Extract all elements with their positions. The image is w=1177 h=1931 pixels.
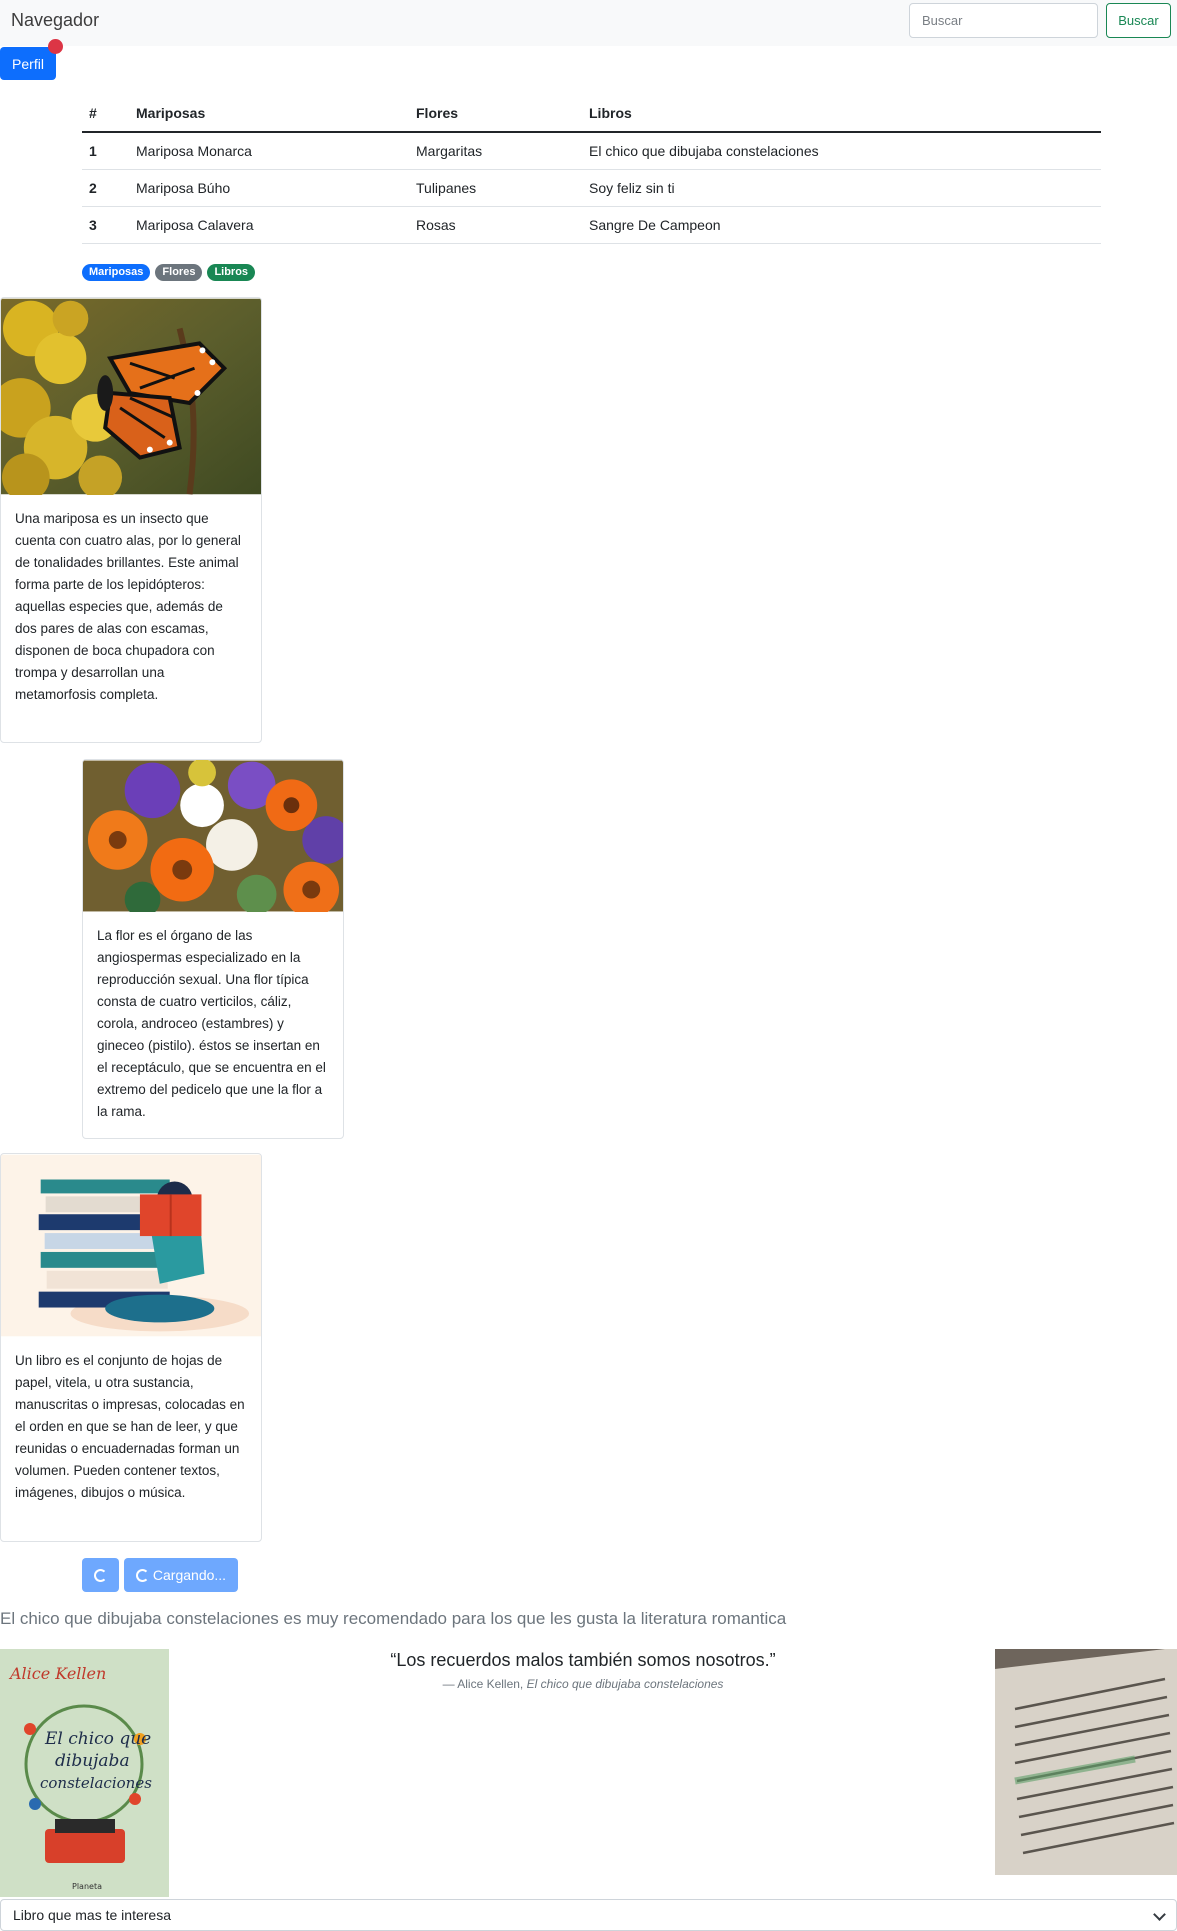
- table-header: #: [82, 95, 129, 133]
- table-cell: Mariposa Búho: [129, 169, 409, 207]
- card-text: La flor es el órgano de las angiospermas…: [97, 928, 326, 1119]
- profile-button[interactable]: Perfil: [0, 47, 56, 80]
- chevron-down-icon: [1153, 1908, 1166, 1921]
- data-table: # Mariposas Flores Libros 1 Mariposa Mon…: [82, 95, 1101, 244]
- card-text: Un libro es el conjunto de hojas de pape…: [15, 1353, 245, 1500]
- loading-button[interactable]: Cargando...: [124, 1558, 238, 1592]
- table-row: 3 Mariposa Calavera Rosas Sangre De Camp…: [82, 206, 1101, 244]
- cover-author: Alice Kellen: [8, 1664, 106, 1683]
- spinner-icon: [94, 1568, 107, 1582]
- table-row: 2 Mariposa Búho Tulipanes Soy feliz sin …: [82, 169, 1101, 207]
- navbar-brand[interactable]: Navegador: [11, 10, 99, 31]
- card-text: Una mariposa es un insecto que cuenta co…: [15, 511, 241, 702]
- cover-title-line-3: constelaciones: [40, 1774, 152, 1792]
- card-books: Un libro es el conjunto de hojas de pape…: [0, 1153, 262, 1542]
- notification-dot: [48, 39, 63, 54]
- badge-libros: Libros: [207, 264, 256, 281]
- table-cell: El chico que dibujaba constelaciones: [582, 132, 1101, 170]
- table-cell: Mariposa Calavera: [129, 206, 409, 244]
- butterfly-image: [1, 298, 261, 495]
- table-cell: Rosas: [409, 206, 582, 244]
- select-value: Libro que mas te interesa: [13, 1907, 171, 1923]
- table-cell: Tulipanes: [409, 169, 582, 207]
- book-cover-image: Alice Kellen El chico que dibujaba const…: [0, 1649, 169, 1897]
- navbar: Navegador Buscar: [0, 0, 1177, 46]
- table-header: Mariposas: [129, 95, 409, 133]
- cover-publisher: Planeta: [72, 1882, 102, 1891]
- table-cell: Margaritas: [409, 132, 582, 170]
- badge-group: Mariposas Flores Libros: [82, 264, 256, 281]
- loading-label: Cargando...: [152, 1567, 227, 1583]
- table-header: Libros: [582, 95, 1101, 133]
- quote-author: — Alice Kellen,: [442, 1677, 524, 1691]
- table-cell: Sangre De Campeon: [582, 206, 1101, 244]
- cover-title-line-1: El chico que: [44, 1729, 151, 1749]
- blockquote: “Los recuerdos malos también somos nosot…: [340, 1650, 826, 1691]
- card-flowers: La flor es el órgano de las angiospermas…: [82, 759, 344, 1139]
- table-cell: 1: [82, 132, 129, 170]
- quote-footer: — Alice Kellen, El chico que dibujaba co…: [340, 1677, 826, 1691]
- badge-mariposas: Mariposas: [82, 264, 151, 281]
- table-cell: 3: [82, 206, 129, 244]
- table-header-row: # Mariposas Flores Libros: [82, 95, 1101, 133]
- books-image: [1, 1154, 261, 1337]
- card-butterfly: Una mariposa es un insecto que cuenta co…: [0, 297, 262, 743]
- quote-source: El chico que dibujaba constelaciones: [526, 1677, 724, 1691]
- table-cell: Mariposa Monarca: [129, 132, 409, 170]
- recommendation-text: El chico que dibujaba constelaciones es …: [0, 1609, 787, 1628]
- badge-flores: Flores: [155, 264, 203, 281]
- flowers-image: [83, 760, 343, 912]
- table-row: 1 Mariposa Monarca Margaritas El chico q…: [82, 132, 1101, 170]
- search-button[interactable]: Buscar: [1106, 3, 1171, 38]
- cover-title-line-2: dibujaba: [55, 1751, 130, 1771]
- table-cell: Soy feliz sin ti: [582, 169, 1101, 207]
- book-interest-select[interactable]: Libro que mas te interesa: [0, 1899, 1177, 1931]
- quote-text: “Los recuerdos malos también somos nosot…: [390, 1650, 776, 1670]
- book-page-image: [995, 1649, 1177, 1875]
- spinner-button[interactable]: [82, 1558, 119, 1592]
- table-header: Flores: [409, 95, 582, 133]
- table-cell: 2: [82, 169, 129, 207]
- spinner-icon: [135, 1568, 149, 1582]
- search-input[interactable]: [909, 3, 1098, 38]
